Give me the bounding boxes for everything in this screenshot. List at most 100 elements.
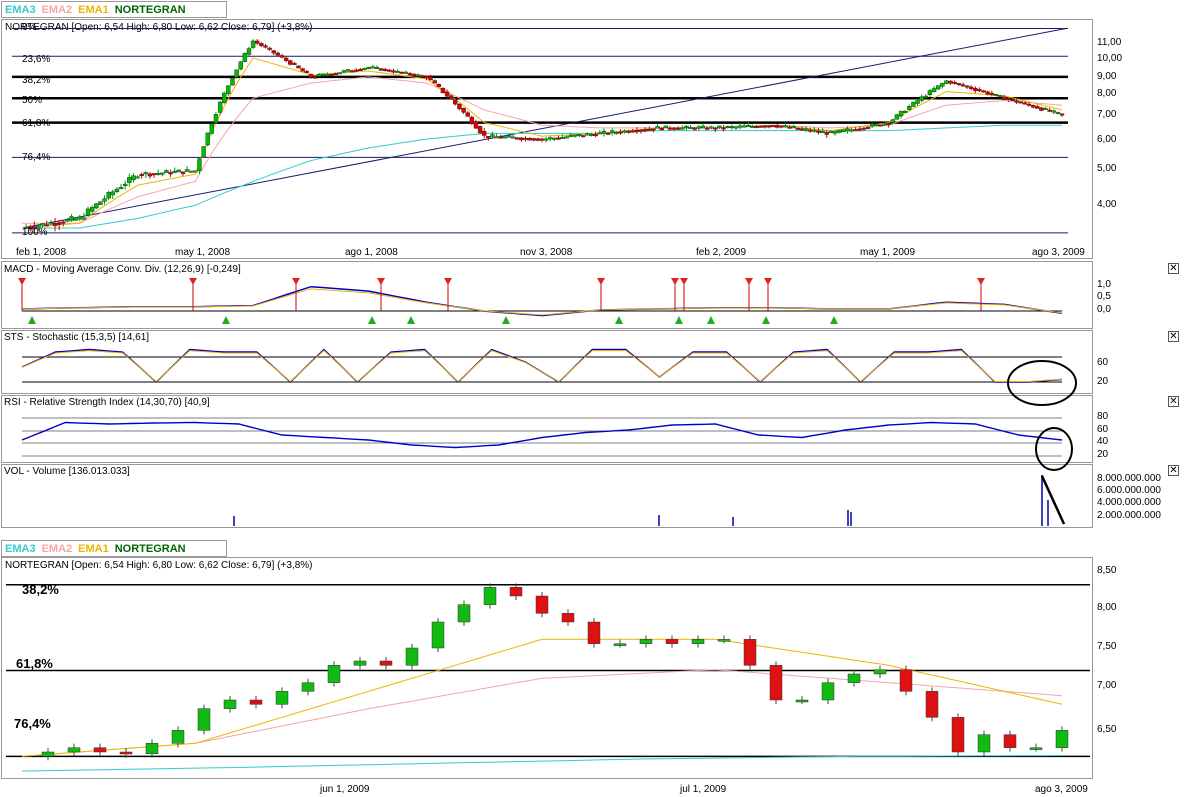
candle [387, 69, 392, 72]
candle [696, 126, 702, 129]
candle [709, 126, 714, 129]
candle [977, 89, 982, 92]
candle [713, 127, 718, 130]
zoom-candle [353, 660, 367, 666]
zoom-candle [639, 639, 653, 644]
candle [931, 88, 937, 93]
candle [1006, 98, 1011, 100]
candle [886, 123, 891, 126]
candle [407, 73, 413, 76]
y-tick: 9,00 [1097, 71, 1117, 82]
candle [494, 136, 499, 139]
buy-signal-marker [502, 316, 510, 324]
candle [531, 138, 536, 141]
candle [69, 216, 74, 221]
zoom-candle [951, 717, 965, 753]
candle [312, 76, 318, 79]
candle [102, 198, 107, 202]
candle [349, 70, 355, 73]
candle [213, 114, 219, 123]
candle [168, 172, 173, 175]
candle [378, 68, 384, 71]
candle [865, 126, 871, 129]
zoom-candle [431, 621, 445, 649]
sell-signal-marker [292, 278, 300, 285]
candle [201, 146, 206, 158]
candle [969, 86, 974, 90]
candle [482, 131, 487, 136]
candle [449, 95, 454, 100]
candle [288, 60, 293, 65]
zoom-candle [691, 639, 705, 644]
candle [316, 74, 322, 77]
candle [469, 116, 475, 124]
candle [374, 67, 380, 69]
x-tick: ago 1, 2008 [345, 247, 398, 258]
buy-signal-marker [222, 316, 230, 324]
candle [226, 85, 231, 94]
candle [655, 126, 660, 129]
candle [812, 129, 817, 132]
candle [671, 127, 677, 130]
candle [989, 92, 995, 95]
candle [605, 132, 611, 135]
buy-signal-marker [368, 316, 376, 324]
zoom-candle [223, 699, 237, 709]
candle [902, 111, 908, 113]
candle [329, 73, 334, 76]
candle [1055, 111, 1061, 114]
candle [296, 65, 301, 69]
zoom-x-tick: ago 3, 2009 [1035, 784, 1088, 795]
candle [642, 129, 648, 132]
candle [783, 125, 788, 128]
candle [217, 101, 223, 113]
y-tick: 7,00 [1097, 109, 1117, 120]
candle [882, 123, 887, 126]
zoom-candle [899, 669, 913, 692]
zoom-fib-label-76: 76,4% [14, 716, 51, 731]
candle [122, 183, 128, 186]
candle [725, 126, 730, 128]
zoom-candle [145, 743, 159, 754]
candle [775, 125, 780, 128]
buy-signal-marker [675, 316, 683, 324]
candle [275, 52, 281, 56]
candle [944, 80, 949, 84]
candle [135, 176, 140, 179]
sell-signal-marker [444, 278, 452, 285]
candle [675, 127, 681, 130]
candle [832, 131, 838, 134]
zoom-candle [769, 665, 783, 701]
candle [869, 123, 875, 127]
candle [428, 76, 433, 80]
candle [985, 91, 990, 95]
candle [828, 131, 834, 134]
zoom-fib-label-61: 61,8% [16, 656, 53, 671]
zoom-ema3-line [21, 755, 1063, 772]
candle [618, 131, 623, 134]
candle [292, 62, 297, 65]
candle [345, 69, 351, 72]
candle [841, 129, 846, 133]
candle [444, 91, 450, 97]
candle [568, 134, 574, 137]
candle [1047, 109, 1052, 112]
candle [593, 134, 598, 137]
macd-y-tick: 1,0 [1097, 279, 1111, 290]
zoom-candle [171, 730, 185, 744]
fib-label-50: 50% [22, 95, 43, 106]
candle [1030, 104, 1036, 108]
candle [106, 192, 111, 199]
zoom-candle [119, 751, 133, 755]
zoom-y-tick: 8,00 [1097, 602, 1117, 613]
candle [415, 74, 421, 77]
candle [973, 87, 978, 91]
candle [993, 94, 999, 96]
candle [552, 137, 557, 140]
zoom-candle [535, 595, 549, 614]
candle [263, 45, 268, 48]
candle [874, 123, 879, 126]
candle [461, 108, 466, 113]
candle [308, 73, 314, 78]
zoom-x-tick: jul 1, 2009 [680, 784, 727, 795]
